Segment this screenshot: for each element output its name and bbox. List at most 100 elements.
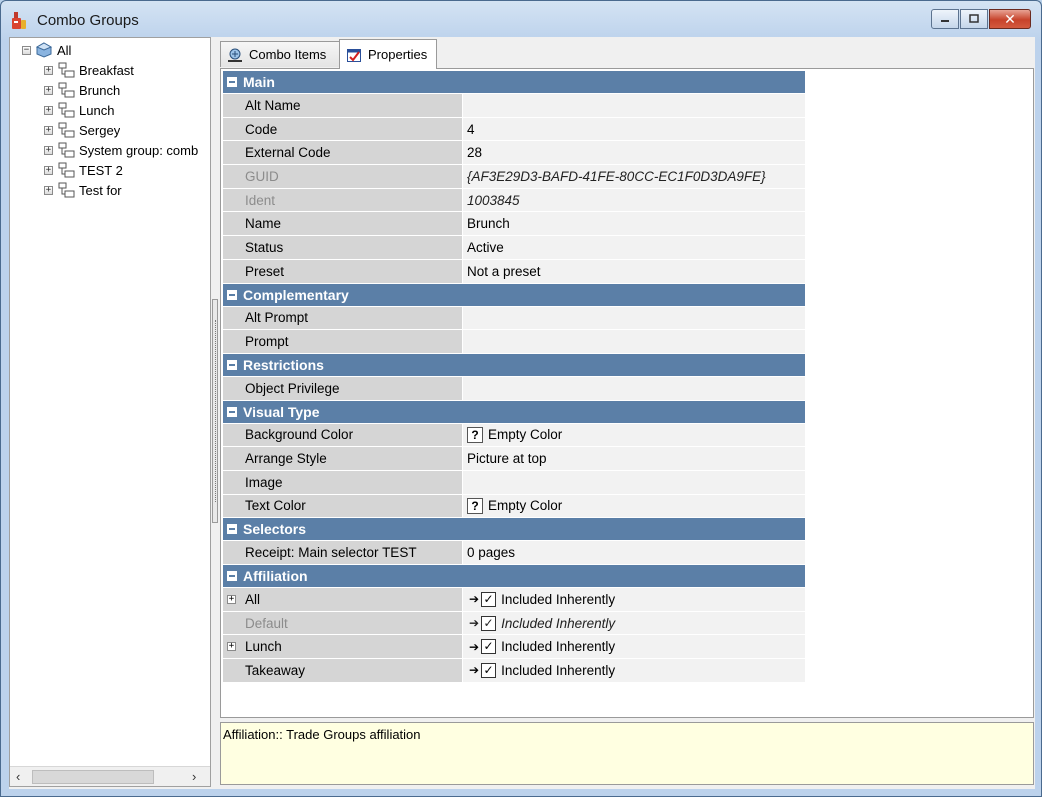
expand-icon[interactable]: + [44,145,53,155]
category-main[interactable]: Main [223,71,805,94]
property-row[interactable]: Alt Prompt [223,306,805,331]
property-value[interactable] [462,470,805,494]
checkbox[interactable]: ✓ [481,662,497,678]
property-name-label: Preset [245,263,285,279]
property-row[interactable]: Alt Name [223,94,805,118]
property-row[interactable]: Code 4 [223,117,805,142]
expand-icon[interactable]: + [227,595,236,604]
property-row[interactable]: Ident 1003845 [223,188,805,213]
collapse-icon[interactable] [227,524,237,535]
tree-item[interactable]: + Sergey [44,120,120,140]
property-value[interactable]: ➔ ✓ Included Inherently [462,659,805,682]
property-row[interactable]: Prompt [223,330,805,354]
tab-combo-items[interactable]: Combo Items [220,41,340,67]
property-name: Default [223,611,462,635]
property-value[interactable]: 1003845 [462,188,805,212]
checkbox[interactable]: ✓ [481,615,497,631]
property-row[interactable]: Preset Not a preset [223,259,805,284]
property-row[interactable]: GUID {AF3E29D3-BAFD-41FE-80CC-EC1F0D3DA9F… [223,165,805,189]
property-value[interactable] [462,306,805,330]
tree-item-root[interactable]: − All [22,40,71,60]
tree-item[interactable]: + Brunch [44,80,120,100]
property-row[interactable]: Background Color? Empty Color [223,423,805,448]
tree-item[interactable]: + Lunch [44,100,114,120]
collapse-icon[interactable] [227,406,237,417]
property-value[interactable]: Picture at top [462,447,805,470]
expand-icon[interactable]: + [44,85,53,95]
tree-item[interactable]: + Test for [44,180,122,200]
collapse-icon[interactable] [227,77,237,87]
property-value[interactable]: 4 [462,117,805,141]
category-affiliation[interactable]: Affiliation [223,565,805,588]
property-value[interactable]: ➔ ✓ Included Inherently [462,588,805,611]
property-value[interactable]: 28 [462,141,805,165]
property-value-text: Brunch [467,216,510,232]
property-value[interactable]: Brunch [462,212,805,236]
scroll-left-icon[interactable]: ‹ [16,769,20,784]
property-value[interactable]: ➔ ✓ Included Inherently [462,635,805,659]
category-complementary[interactable]: Complementary [223,283,805,307]
property-value[interactable]: 0 pages [462,541,805,564]
tree-item[interactable]: + System group: comb [44,140,198,160]
tab-properties[interactable]: Properties [339,39,437,69]
group-tree[interactable]: − All + Breakfast + Brunch + Lunch + Sergey + Sys… [9,37,211,787]
panel-splitter[interactable] [212,299,218,523]
property-value[interactable] [462,94,805,117]
property-row[interactable]: Status Active [223,236,805,260]
property-row[interactable]: Receipt: Main selector TEST 0 pages [223,541,805,565]
property-row[interactable]: Arrange Style Picture at top [223,447,805,471]
expand-icon[interactable]: + [44,105,53,115]
property-row[interactable]: Object Privilege [223,376,805,401]
expand-icon[interactable]: + [44,65,53,75]
property-value-text: Empty Color [488,427,563,443]
property-value[interactable]: Not a preset [462,259,805,283]
property-value[interactable]: {AF3E29D3-BAFD-41FE-80CC-EC1F0D3DA9FE} [462,165,805,188]
category-restrictions[interactable]: Restrictions [223,353,805,377]
collapse-icon[interactable]: − [22,45,31,55]
close-button[interactable]: ✕ [989,9,1031,29]
checkbox[interactable]: ✓ [481,591,497,607]
close-icon: ✕ [1004,10,1016,27]
property-row[interactable]: Takeaway ➔ ✓ Included Inherently [223,659,805,683]
property-row[interactable]: Image [223,470,805,495]
property-value[interactable]: ➔ ✓ Included Inherently [462,611,805,635]
expand-icon[interactable]: + [44,185,53,195]
tree-item-label: All [57,42,72,58]
collapse-icon[interactable] [227,289,237,300]
minimize-button[interactable] [931,9,959,29]
title-bar[interactable]: Combo Groups ✕ [1,1,1041,37]
property-row[interactable]: External Code 28 [223,141,805,166]
property-value-text: 4 [467,121,475,137]
property-row[interactable]: Name Brunch [223,212,805,237]
scroll-right-icon[interactable]: › [192,769,196,784]
tree-item-label: Test for [79,182,122,198]
property-value[interactable] [462,376,805,400]
expand-icon[interactable]: + [44,165,53,175]
property-name: + Lunch [223,635,462,659]
property-value[interactable]: Active [462,236,805,259]
property-name-label: Code [245,121,278,137]
property-row[interactable]: Default ➔ ✓ Included Inherently [223,611,805,636]
property-value[interactable]: ? Empty Color [462,494,805,518]
property-row[interactable]: + Lunch ➔ ✓ Included Inherently [223,635,805,660]
property-name: Text Color [223,494,462,518]
property-grid[interactable]: Main Alt Name Code 4 External Code 28 GUID {AF3… [223,71,805,683]
maximize-button[interactable] [960,9,988,29]
tree-item[interactable]: + Breakfast [44,60,134,80]
scrollbar-thumb[interactable] [32,770,154,784]
arrow-right-icon: ➔ [469,663,480,678]
property-row[interactable]: Text Color? Empty Color [223,494,805,519]
property-row[interactable]: + All ➔ ✓ Included Inherently [223,588,805,612]
property-name: Background Color [223,423,462,447]
category-selectors[interactable]: Selectors [223,518,805,542]
collapse-icon[interactable] [227,359,237,370]
property-value[interactable]: ? Empty Color [462,423,805,447]
category-visual[interactable]: Visual Type [223,400,805,424]
expand-icon[interactable]: + [227,642,236,652]
expand-icon[interactable]: + [44,125,53,135]
collapse-icon[interactable] [227,571,237,581]
checkbox[interactable]: ✓ [481,639,497,655]
horizontal-scrollbar[interactable]: ‹ › [10,766,210,786]
tree-item[interactable]: + TEST 2 [44,160,123,180]
property-value[interactable] [462,330,805,353]
